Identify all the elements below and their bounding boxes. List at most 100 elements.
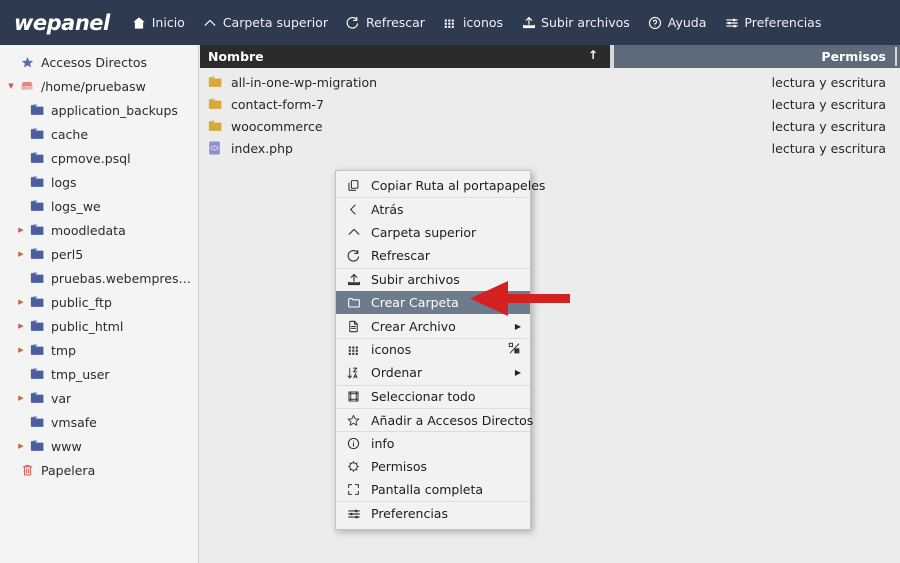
file-permissions-cell: lectura y escritura: [771, 140, 886, 156]
sidebar-item-moodledata[interactable]: ▶ moodledata: [0, 218, 198, 242]
sidebar-item-tmp[interactable]: ▶ tmp: [0, 338, 198, 362]
menu-item-crear-carpeta[interactable]: Crear Carpeta: [336, 290, 530, 315]
toolbar-item-label: Refrescar: [365, 15, 425, 30]
toolbar-iconos[interactable]: iconos: [443, 15, 503, 30]
file-name-cell[interactable]: all-in-one-wp-migration: [200, 75, 614, 90]
sidebar-item-label: tmp: [51, 342, 77, 358]
menu-item-permisos[interactable]: Permisos: [336, 455, 530, 478]
wepanel-logo[interactable]: wepanel: [14, 11, 110, 35]
sidebar-item-logs-we[interactable]: logs_we: [0, 194, 198, 218]
folder-icon: [28, 440, 46, 452]
info-icon: [345, 437, 362, 450]
caret-right-icon[interactable]: ▶: [14, 250, 28, 258]
copy-icon: [345, 179, 362, 192]
table-row[interactable]: woocommerce lectura y escritura: [200, 115, 900, 137]
trash-icon: [18, 463, 36, 477]
menu-item-crear-archivo[interactable]: Crear Archivo ▶: [336, 314, 530, 337]
toolbar-preferencias[interactable]: Preferencias: [724, 15, 821, 30]
view-toggle-icon[interactable]: [508, 342, 521, 357]
sidebar-item-papelera[interactable]: Papelera: [0, 458, 198, 482]
file-name-label: all-in-one-wp-migration: [231, 74, 378, 90]
menu-item-label: Permisos: [371, 458, 428, 474]
menu-item-a-adir-a-accesos-directos[interactable]: Añadir a Accesos Directos: [336, 407, 533, 431]
sidebar-item-home-pruebasw[interactable]: ▼ /home/pruebasw: [0, 74, 198, 98]
caret-right-icon[interactable]: ▶: [14, 298, 28, 306]
menu-item-subir-archivos[interactable]: Subir archivos: [336, 267, 530, 291]
menu-item-copiar-ruta-al-portapapeles[interactable]: Copiar Ruta al portapapeles: [336, 174, 545, 197]
column-resize-handle-end[interactable]: [895, 47, 897, 66]
sidebar-item-accesos-directos[interactable]: Accesos Directos: [0, 50, 198, 74]
file-list-pane: Nombre ↑ Permisos all-in-one-wp-migratio…: [200, 45, 900, 563]
sort-ascending-icon[interactable]: ↑: [588, 48, 598, 62]
permissions-icon: [345, 460, 362, 473]
menu-item-label: Ordenar: [371, 365, 423, 381]
folder-icon: [28, 392, 46, 404]
caret-down-icon[interactable]: ▼: [4, 82, 18, 90]
sidebar-item-www[interactable]: ▶ www: [0, 434, 198, 458]
top-toolbar: wepanel Inicio Carpeta superior Refrescar i…: [0, 0, 900, 45]
sidebar-item-tmp-user[interactable]: tmp_user: [0, 362, 198, 386]
caret-right-icon[interactable]: ▶: [14, 226, 28, 234]
menu-item-pantalla-completa[interactable]: Pantalla completa: [336, 478, 530, 501]
file-name-cell[interactable]: woocommerce: [200, 119, 614, 134]
sidebar-item-pruebas-webempresa-eu[interactable]: pruebas.webempresa.eu: [0, 266, 198, 290]
sidebar-item-vmsafe[interactable]: vmsafe: [0, 410, 198, 434]
menu-item-label: Preferencias: [371, 506, 448, 522]
file-permissions-cell: lectura y escritura: [771, 74, 886, 90]
select-all-icon: [345, 390, 362, 403]
column-header-name[interactable]: Nombre ↑: [200, 45, 610, 68]
menu-item-label: Crear Carpeta: [371, 295, 459, 311]
file-name-cell[interactable]: contact-form-7: [200, 97, 614, 112]
sidebar-item-label: var: [51, 390, 72, 406]
sidebar-item-application-backups[interactable]: application_backups: [0, 98, 198, 122]
menu-item-atr-s[interactable]: Atrás: [336, 197, 530, 220]
sidebar-item-logs[interactable]: logs: [0, 170, 198, 194]
file-list-header: Nombre ↑ Permisos: [200, 45, 900, 68]
menu-item-label: Atrás: [371, 202, 404, 218]
sidebar-item-public-ftp[interactable]: ▶ public_ftp: [0, 290, 198, 314]
file-name-cell[interactable]: php index.php: [200, 141, 614, 156]
file-name-label: woocommerce: [231, 118, 323, 134]
menu-item-info[interactable]: info: [336, 431, 530, 454]
star-icon: [18, 56, 36, 69]
context-menu[interactable]: Copiar Ruta al portapapeles Atrás Carpeta …: [335, 170, 545, 530]
submenu-arrow-icon[interactable]: ▶: [515, 322, 521, 331]
caret-right-icon[interactable]: ▶: [14, 442, 28, 450]
folder-icon: [28, 104, 46, 116]
caret-right-icon[interactable]: ▶: [14, 346, 28, 354]
table-row[interactable]: all-in-one-wp-migration lectura y escritu…: [200, 71, 900, 93]
sidebar-item-label: application_backups: [51, 102, 178, 118]
sidebar-item-var[interactable]: ▶ var: [0, 386, 198, 410]
folder-plus-icon: [345, 296, 362, 309]
folder-icon: [28, 248, 46, 260]
caret-right-icon[interactable]: ▶: [14, 394, 28, 402]
table-row[interactable]: contact-form-7 lectura y escritura: [200, 93, 900, 115]
menu-item-carpeta-superior[interactable]: Carpeta superior: [336, 221, 530, 244]
sidebar-item-cpmove-psql[interactable]: cpmove.psql: [0, 146, 198, 170]
menu-item-iconos[interactable]: iconos: [336, 337, 530, 361]
sidebar-item-label: cache: [51, 126, 89, 142]
menu-item-label: Carpeta superior: [371, 224, 477, 240]
sidebar-item-label: vmsafe: [51, 414, 97, 430]
column-header-permissions[interactable]: Permisos: [614, 45, 900, 68]
sidebar-item-perl5[interactable]: ▶ perl5: [0, 242, 198, 266]
sidebar-item-label: public_ftp: [51, 294, 112, 310]
toolbar-subir-archivos[interactable]: Subir archivos: [521, 15, 630, 30]
toolbar-carpeta-superior[interactable]: Carpeta superior: [203, 15, 328, 30]
sidebar-item-cache[interactable]: cache: [0, 122, 198, 146]
toolbar-ayuda[interactable]: Ayuda: [648, 15, 706, 30]
home-icon: [132, 15, 147, 30]
folder-icon: [208, 76, 225, 88]
table-row[interactable]: php index.php lectura y escritura: [200, 137, 900, 159]
submenu-arrow-icon[interactable]: ▶: [515, 368, 521, 377]
toolbar-refrescar[interactable]: Refrescar: [346, 15, 425, 30]
menu-item-refrescar[interactable]: Refrescar: [336, 244, 530, 267]
menu-item-preferencias[interactable]: Preferencias: [336, 501, 530, 524]
menu-item-seleccionar-todo[interactable]: Seleccionar todo: [336, 384, 530, 408]
sidebar-item-label: perl5: [51, 246, 84, 262]
sidebar-item-public-html[interactable]: ▶ public_html: [0, 314, 198, 338]
menu-item-ordenar[interactable]: Ordenar ▶: [336, 361, 530, 384]
sidebar-tree[interactable]: Accesos Directos ▼ /home/pruebasw applicati…: [0, 45, 199, 563]
toolbar-inicio[interactable]: Inicio: [132, 15, 185, 30]
caret-right-icon[interactable]: ▶: [14, 322, 28, 330]
